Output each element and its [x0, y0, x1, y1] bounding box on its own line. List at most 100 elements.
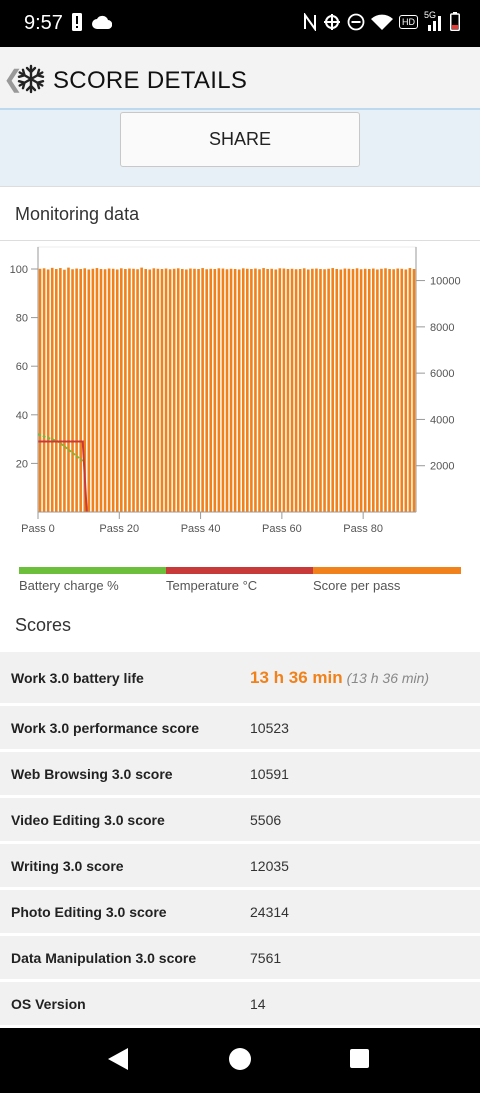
score-bar: [363, 268, 367, 512]
score-row: OS Version 14: [0, 982, 480, 1028]
score-bar: [209, 268, 213, 512]
score-value: 24314: [250, 903, 289, 920]
score-label: Work 3.0 performance score: [11, 719, 200, 736]
hd-icon: HD: [399, 14, 418, 29]
monitoring-title: Monitoring data: [15, 204, 140, 224]
recents-square-icon[interactable]: [350, 1049, 369, 1068]
score-bar: [331, 268, 334, 512]
cloud-icon: [92, 15, 112, 29]
score-bar: [111, 268, 115, 512]
score-bar: [274, 269, 278, 512]
score-bar: [120, 268, 123, 512]
score-bar: [319, 269, 322, 512]
legend-label-battery: Battery charge %: [19, 578, 119, 593]
chart-legend: Battery charge % Temperature °C Score pe…: [0, 567, 480, 597]
x-axis-tick-label: Pass 80: [343, 523, 383, 535]
page-title: SCORE DETAILS: [53, 67, 248, 94]
score-bar: [75, 268, 78, 512]
score-bar: [372, 268, 375, 512]
status-right-icons: HD 5G: [303, 10, 460, 31]
score-bar: [50, 267, 54, 512]
legend-label-score: Score per pass: [313, 578, 401, 593]
left-axis-tick-label: 80: [16, 313, 28, 325]
x-axis-tick-label: Pass 20: [99, 523, 139, 535]
score-bar: [388, 269, 391, 512]
score-bar: [392, 269, 395, 512]
score-bar: [42, 268, 46, 512]
legend-item-battery: Battery charge %: [19, 567, 167, 593]
score-bar: [298, 269, 302, 512]
score-row: Work 3.0 performance score 10523: [0, 706, 480, 752]
score-bar: [404, 269, 408, 512]
score-label: Video Editing 3.0 score: [11, 811, 165, 828]
score-bar: [327, 268, 330, 512]
navigation-bar: [0, 1028, 480, 1093]
score-bar: [270, 268, 274, 512]
score-bar: [95, 268, 99, 512]
score-value: 7561: [250, 949, 282, 966]
score-bar: [148, 269, 152, 512]
left-axis-tick-label: 40: [16, 410, 28, 422]
legend-swatch-score: [313, 567, 461, 574]
share-button[interactable]: SHARE: [120, 112, 360, 167]
score-bar: [59, 268, 62, 512]
monitoring-chart: 20 40 60 80 100 2000 4000 6000 8000 10000 Pass 0 Pa…: [0, 242, 480, 542]
score-bar: [176, 268, 180, 512]
score-row: Writing 3.0 score 12035: [0, 844, 480, 890]
score-bar: [384, 268, 387, 512]
snowflake-logo-icon: [17, 64, 45, 94]
score-row: Work 3.0 battery life 13 h 36 min (13 h 3…: [0, 652, 480, 706]
score-bar: [201, 268, 204, 512]
score-bar: [396, 268, 400, 512]
score-bar: [193, 268, 196, 512]
x-axis-tick-label: Pass 60: [262, 523, 302, 535]
right-axis-tick-label: 8000: [430, 322, 454, 334]
score-bar: [250, 269, 253, 512]
score-bar: [229, 268, 233, 512]
score-bar: [197, 269, 200, 512]
score-bar: [91, 268, 95, 512]
score-bar: [67, 267, 70, 512]
score-label: OS Version: [11, 995, 86, 1012]
score-label: Writing 3.0 score: [11, 857, 124, 874]
score-bar: [160, 269, 164, 512]
right-axis-tick-label: 2000: [430, 461, 454, 473]
score-label: Work 3.0 battery life: [11, 669, 144, 686]
status-time: 9:57: [24, 12, 63, 34]
score-bar: [306, 269, 310, 512]
score-row: Web Browsing 3.0 score 10591: [0, 752, 480, 798]
left-axis-tick-label: 20: [16, 458, 28, 470]
score-bar: [152, 268, 156, 512]
home-circle-icon[interactable]: [229, 1048, 251, 1070]
score-bar: [355, 268, 359, 512]
score-bar: [79, 269, 82, 512]
score-bar: [286, 269, 290, 512]
score-bar: [38, 268, 42, 512]
score-bar: [128, 268, 131, 512]
score-bar: [63, 269, 66, 512]
back-triangle-icon[interactable]: [108, 1048, 128, 1070]
alert-icon: [72, 13, 82, 31]
battery-life-value: 13 h 36 min: [250, 667, 343, 687]
score-value: 10591: [250, 765, 289, 782]
score-bar: [412, 269, 416, 512]
score-bar: [323, 269, 326, 512]
score-bar: [262, 268, 265, 512]
score-bar: [180, 269, 184, 512]
score-bar: [168, 269, 172, 512]
score-bar: [335, 269, 339, 512]
score-bar: [380, 268, 383, 512]
legend-label-temperature: Temperature °C: [166, 578, 258, 593]
score-bar: [294, 269, 298, 512]
score-bar: [302, 268, 306, 512]
signal-icon: 5G: [424, 10, 444, 31]
main-content: SHARE Monitoring data 20 40 60 80 100 2000 400…: [0, 110, 480, 1028]
score-label: Photo Editing 3.0 score: [11, 903, 167, 920]
score-bar: [103, 269, 107, 512]
score-bar: [124, 269, 127, 512]
nfc-icon: [304, 12, 316, 31]
score-bar: [290, 268, 294, 512]
right-axis-tick-label: 10000: [430, 276, 461, 288]
score-bar: [278, 268, 282, 512]
scores-list: Work 3.0 battery life 13 h 36 min (13 h 3…: [0, 652, 480, 1028]
